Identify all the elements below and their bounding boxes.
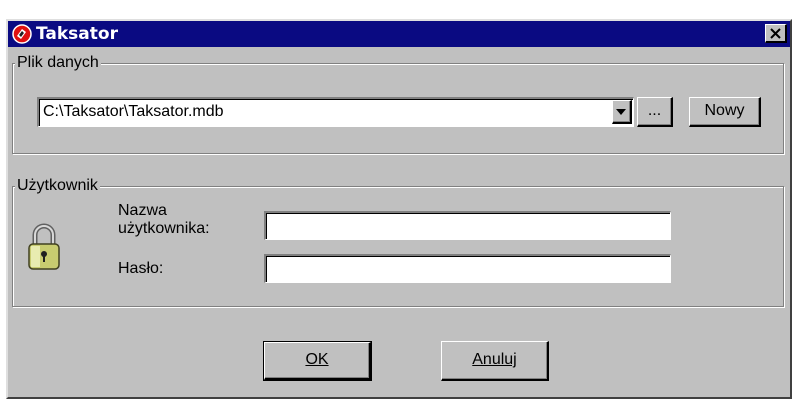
data-file-path-value: C:\Taksator\Taksator.mdb — [43, 103, 224, 120]
close-button[interactable] — [765, 24, 787, 43]
cancel-button[interactable]: Anuluj — [441, 341, 549, 381]
window-title: Taksator — [36, 24, 118, 44]
data-file-path-combo[interactable]: C:\Taksator\Taksator.mdb — [37, 97, 634, 127]
username-label: Nazwa użytkownika: — [118, 202, 210, 237]
user-group: Użytkownik Nazwa użytkownika: Hasło: — [12, 176, 784, 307]
data-file-group: Plik danych C:\Taksator\Taksator.mdb ...… — [12, 53, 784, 154]
password-label: Hasło: — [118, 260, 164, 277]
data-file-group-label: Plik danych — [15, 53, 101, 73]
title-bar[interactable]: Taksator — [8, 21, 790, 47]
app-logo-icon — [12, 24, 32, 44]
browse-button-label: ... — [647, 102, 662, 119]
ok-button-label: OK — [305, 351, 329, 368]
padlock-icon — [28, 223, 60, 270]
chevron-down-icon — [616, 109, 626, 115]
browse-button[interactable]: ... — [637, 97, 673, 127]
new-button[interactable]: Nowy — [689, 97, 761, 127]
user-group-label: Użytkownik — [15, 176, 100, 196]
dropdown-button[interactable] — [612, 100, 632, 124]
close-icon — [770, 28, 781, 39]
ok-button[interactable]: OK — [263, 341, 372, 381]
ok-button-face: OK — [264, 342, 371, 380]
new-button-label: Nowy — [704, 102, 745, 119]
password-field[interactable] — [264, 254, 671, 283]
username-field[interactable] — [264, 211, 671, 240]
cancel-button-label: Anuluj — [472, 351, 517, 368]
dialog-window: Taksator Plik danych C:\Taksator\Taksato… — [6, 19, 792, 399]
